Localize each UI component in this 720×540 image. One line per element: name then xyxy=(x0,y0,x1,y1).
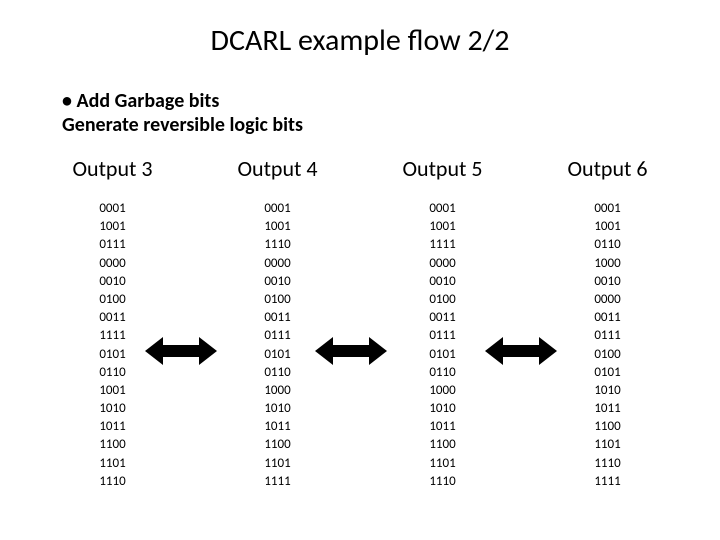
output-column-3: Output 3 0001 1001 0111 0000 0010 0100 0… xyxy=(72,155,152,491)
column-header: Output 4 xyxy=(237,155,317,182)
bit-list: 0001 1001 0111 0000 0010 0100 0011 1111 … xyxy=(99,200,125,491)
subheading: • Add Garbage bits Generate reversible l… xyxy=(62,89,720,137)
bit-list: 0001 1001 1111 0000 0010 0100 0011 0111 … xyxy=(429,200,455,491)
column-header: Output 5 xyxy=(402,155,482,182)
bit-list: 0001 1001 0110 1000 0010 0000 0011 0111 … xyxy=(594,200,620,491)
subhead-line-1: • Add Garbage bits xyxy=(62,89,720,113)
slide-title: DCARL example flow 2/2 xyxy=(0,0,720,59)
column-header: Output 3 xyxy=(72,155,152,182)
output-column-4: Output 4 0001 1001 1110 0000 0010 0100 0… xyxy=(237,155,317,491)
bit-list: 0001 1001 1110 0000 0010 0100 0011 0111 … xyxy=(264,200,290,491)
double-arrow-icon xyxy=(485,335,557,367)
subhead-line-2: Generate reversible logic bits xyxy=(62,113,720,137)
double-arrow-icon xyxy=(315,335,387,367)
output-columns: Output 3 0001 1001 0111 0000 0010 0100 0… xyxy=(0,155,720,491)
column-header: Output 6 xyxy=(567,155,647,182)
output-column-5: Output 5 0001 1001 1111 0000 0010 0100 0… xyxy=(402,155,482,491)
double-arrow-icon xyxy=(145,335,217,367)
output-column-6: Output 6 0001 1001 0110 1000 0010 0000 0… xyxy=(567,155,647,491)
